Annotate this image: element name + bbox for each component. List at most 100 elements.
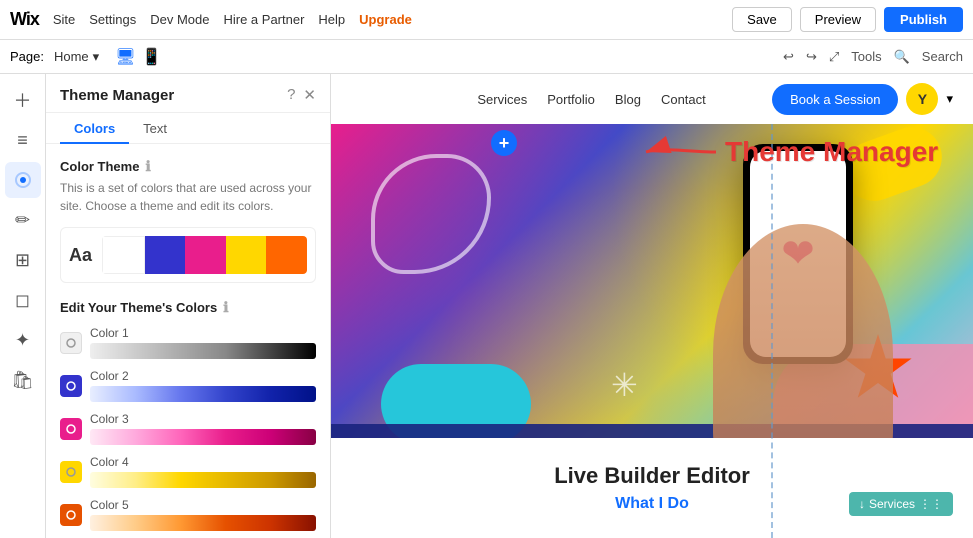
- color-dot-5[interactable]: [60, 504, 82, 526]
- tool-blog[interactable]: ✦: [5, 322, 41, 358]
- undo-icon[interactable]: ↩: [783, 49, 794, 65]
- page-select[interactable]: Home ▾: [54, 49, 99, 65]
- edit-colors-info-icon[interactable]: ℹ: [223, 299, 228, 316]
- color-theme-desc: This is a set of colors that are used ac…: [60, 179, 316, 215]
- color-info-2: Color 2: [90, 369, 316, 402]
- theme-aa: Aa: [69, 245, 92, 266]
- hero-image: ✳ ❤: [331, 124, 973, 464]
- fullscreen-icon[interactable]: ⤢: [829, 49, 839, 65]
- desktop-icon[interactable]: 🖥: [115, 47, 135, 67]
- mobile-icon[interactable]: 📱: [142, 47, 162, 67]
- color-strip-2[interactable]: [90, 386, 316, 402]
- color-strip-1[interactable]: [90, 343, 316, 359]
- live-builder-title: Live Builder Editor: [554, 463, 750, 489]
- color-row-4: Color 4: [60, 455, 316, 488]
- color-dot-1[interactable]: [60, 332, 82, 354]
- nav-upgrade[interactable]: Upgrade: [359, 12, 412, 27]
- nav-services[interactable]: Services: [477, 92, 527, 107]
- tool-edit[interactable]: ✏: [5, 202, 41, 238]
- color-row-5: Color 5: [60, 498, 316, 531]
- publish-button[interactable]: Publish: [884, 7, 963, 32]
- color-label-2: Color 2: [90, 369, 316, 383]
- toolbar-right: ↩ ↪ ⤢ Tools 🔍 Search: [783, 49, 963, 65]
- theme-panel: Theme Manager ? ✕ Colors Text Color Them…: [46, 74, 331, 538]
- what-i-do-subtitle: What I Do: [615, 495, 689, 513]
- chevron-down-icon: ▾: [93, 49, 100, 65]
- tool-theme[interactable]: [5, 162, 41, 198]
- theme-panel-header: Theme Manager ? ✕: [46, 74, 330, 113]
- color-info-3: Color 3: [90, 412, 316, 445]
- wix-logo: Wix: [10, 9, 39, 30]
- add-section-button[interactable]: +: [491, 130, 517, 156]
- tool-apps[interactable]: ⊞: [5, 242, 41, 278]
- canvas-inner: Services Portfolio Blog Contact Book a S…: [331, 74, 973, 538]
- swatch-3: [185, 236, 226, 274]
- tool-store[interactable]: 🛍: [5, 362, 41, 398]
- tab-text[interactable]: Text: [129, 113, 181, 144]
- color-theme-title: Color Theme ℹ: [60, 158, 316, 175]
- bottom-section: Live Builder Editor What I Do: [331, 438, 973, 538]
- redo-icon[interactable]: ↪: [806, 49, 817, 65]
- nav-devmode[interactable]: Dev Mode: [150, 12, 209, 27]
- website-nav-links: Services Portfolio Blog Contact: [477, 92, 705, 107]
- top-bar-left: Wix Site Settings Dev Mode Hire a Partne…: [10, 9, 412, 30]
- color-row-3: Color 3: [60, 412, 316, 445]
- theme-close-button[interactable]: ✕: [303, 86, 316, 104]
- swatch-5: [266, 236, 307, 274]
- shape-blob1: [371, 154, 491, 274]
- swatch-1: [102, 236, 145, 274]
- color-strip-3[interactable]: [90, 429, 316, 445]
- nav-blog[interactable]: Blog: [615, 92, 641, 107]
- color-label-1: Color 1: [90, 326, 316, 340]
- second-bar: Page: Home ▾ 🖥 📱 ↩ ↪ ⤢ Tools 🔍 Search: [0, 40, 973, 74]
- color-dot-4[interactable]: [60, 461, 82, 483]
- website-nav: Services Portfolio Blog Contact Book a S…: [331, 74, 973, 124]
- color-info-1: Color 1: [90, 326, 316, 359]
- nav-chevron-icon[interactable]: ▾: [946, 91, 953, 107]
- color-theme-preview[interactable]: Aa: [60, 227, 316, 283]
- color-dot-2[interactable]: [60, 375, 82, 397]
- services-badge-label: Services: [869, 497, 915, 511]
- avatar: Y: [906, 83, 938, 115]
- main-layout: ＋ ≡ ✏ ⊞ ◻ ✦ 🛍 Theme Manager ? ✕ Colors T…: [0, 74, 973, 538]
- color-theme-info-icon[interactable]: ℹ: [145, 158, 150, 175]
- tool-media[interactable]: ◻: [5, 282, 41, 318]
- nav-site[interactable]: Site: [53, 12, 75, 27]
- preview-button[interactable]: Preview: [800, 7, 876, 32]
- nav-hire[interactable]: Hire a Partner: [223, 12, 304, 27]
- save-button[interactable]: Save: [732, 7, 792, 32]
- color-label-5: Color 5: [90, 498, 316, 512]
- top-nav: Site Settings Dev Mode Hire a Partner He…: [53, 12, 412, 27]
- top-bar: Wix Site Settings Dev Mode Hire a Partne…: [0, 0, 973, 40]
- services-badge[interactable]: ↓ Services ⋮⋮: [849, 492, 953, 516]
- device-icons: 🖥 📱: [115, 47, 161, 67]
- tool-pages[interactable]: ≡: [5, 122, 41, 158]
- color-strip-5[interactable]: [90, 515, 316, 531]
- color-dot-3[interactable]: [60, 418, 82, 440]
- nav-help[interactable]: Help: [318, 12, 345, 27]
- color-label-3: Color 3: [90, 412, 316, 426]
- nav-settings[interactable]: Settings: [89, 12, 136, 27]
- nav-portfolio[interactable]: Portfolio: [547, 92, 595, 107]
- color-info-5: Color 5: [90, 498, 316, 531]
- search-label[interactable]: Search: [922, 49, 963, 64]
- color-strip-4[interactable]: [90, 472, 316, 488]
- theme-panel-actions: ? ✕: [287, 86, 316, 104]
- left-sidebar: ＋ ≡ ✏ ⊞ ◻ ✦ 🛍: [0, 74, 46, 538]
- nav-contact[interactable]: Contact: [661, 92, 706, 107]
- edit-colors-title: Edit Your Theme's Colors ℹ: [60, 299, 316, 316]
- color-row-1: Color 1: [60, 326, 316, 359]
- swatch-2: [145, 236, 186, 274]
- tools-label[interactable]: Tools: [851, 49, 881, 64]
- page-name: Home: [54, 49, 89, 64]
- services-badge-icon: ↓: [859, 497, 865, 511]
- color-row-2: Color 2: [60, 369, 316, 402]
- color-info-4: Color 4: [90, 455, 316, 488]
- services-badge-menu-icon: ⋮⋮: [919, 497, 943, 511]
- tool-add[interactable]: ＋: [5, 82, 41, 118]
- theme-help-button[interactable]: ?: [287, 86, 295, 104]
- search-icon[interactable]: 🔍: [894, 49, 910, 65]
- website-cta-button[interactable]: Book a Session: [772, 84, 898, 115]
- top-bar-right: Save Preview Publish: [732, 7, 963, 32]
- tab-colors[interactable]: Colors: [60, 113, 129, 144]
